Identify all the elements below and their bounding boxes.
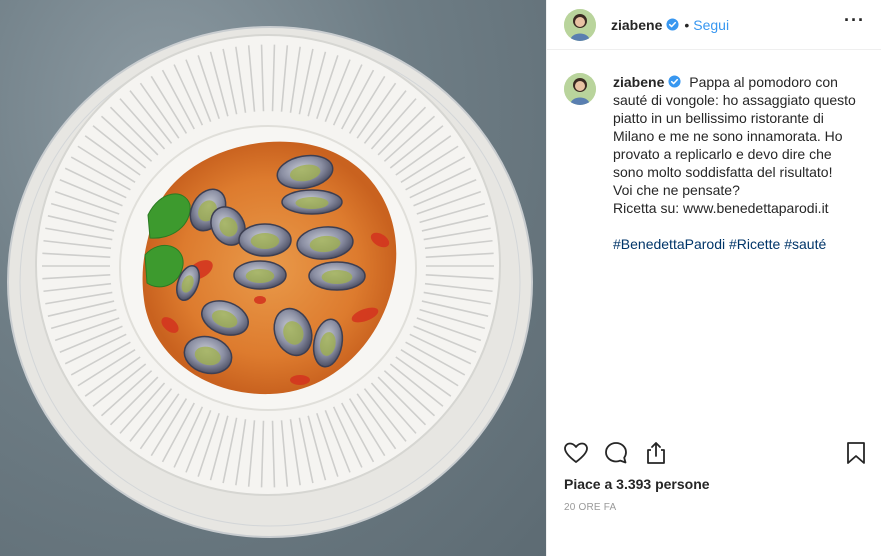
post-header: ziabene • Segui ··· <box>547 0 881 50</box>
caption-line: Voi che ne pensate? <box>613 182 740 198</box>
separator-dot: • <box>684 16 690 33</box>
author-avatar[interactable] <box>564 8 596 41</box>
hashtag-link[interactable]: #BenedettaParodi <box>613 236 725 252</box>
caption-line: provato a replicarlo e devo dire che <box>613 146 832 162</box>
caption-block: ziabene Pappa al pomodoro con sauté di v… <box>564 73 864 253</box>
post-timestamp: 20 ORE FA <box>564 502 617 513</box>
verified-badge-icon <box>668 75 681 88</box>
caption-line: sauté di vongole: ho assaggiato questo <box>613 92 856 108</box>
caption-line: piatto in un bellissimo ristorante di <box>613 110 824 126</box>
caption-line: sono molto soddisfatta del risultato! <box>613 164 833 180</box>
likes-count[interactable]: Piace a 3.393 persone <box>564 476 710 492</box>
caption-text: ziabene Pappa al pomodoro con sauté di v… <box>613 73 863 253</box>
action-bar <box>547 434 881 474</box>
caption-line: Milano e me ne sono innamorata. Ho <box>613 128 843 144</box>
caption-line: Ricetta su: www.benedettaparodi.it <box>613 200 829 216</box>
more-options-icon[interactable]: ··· <box>844 11 865 29</box>
hashtag-link[interactable]: #sauté <box>784 236 826 252</box>
follow-button[interactable]: Segui <box>693 17 729 33</box>
bookmark-icon[interactable] <box>843 440 869 466</box>
dish-photo <box>7 26 533 538</box>
caption-line: Pappa al pomodoro con <box>689 74 838 90</box>
post-side-panel: ziabene • Segui ··· ziabene Pappa al pom… <box>546 0 881 556</box>
caption-username[interactable]: ziabene <box>613 74 664 90</box>
verified-badge-icon <box>666 18 679 31</box>
heart-icon[interactable] <box>563 440 589 466</box>
hashtags: #BenedettaParodi #Ricette #sauté <box>613 235 863 253</box>
comment-icon[interactable] <box>603 440 629 466</box>
hashtag-link[interactable]: #Ricette <box>729 236 780 252</box>
author-username[interactable]: ziabene <box>611 17 662 33</box>
post-image[interactable] <box>0 0 546 556</box>
caption-avatar[interactable] <box>564 73 596 105</box>
share-icon[interactable] <box>643 440 669 466</box>
